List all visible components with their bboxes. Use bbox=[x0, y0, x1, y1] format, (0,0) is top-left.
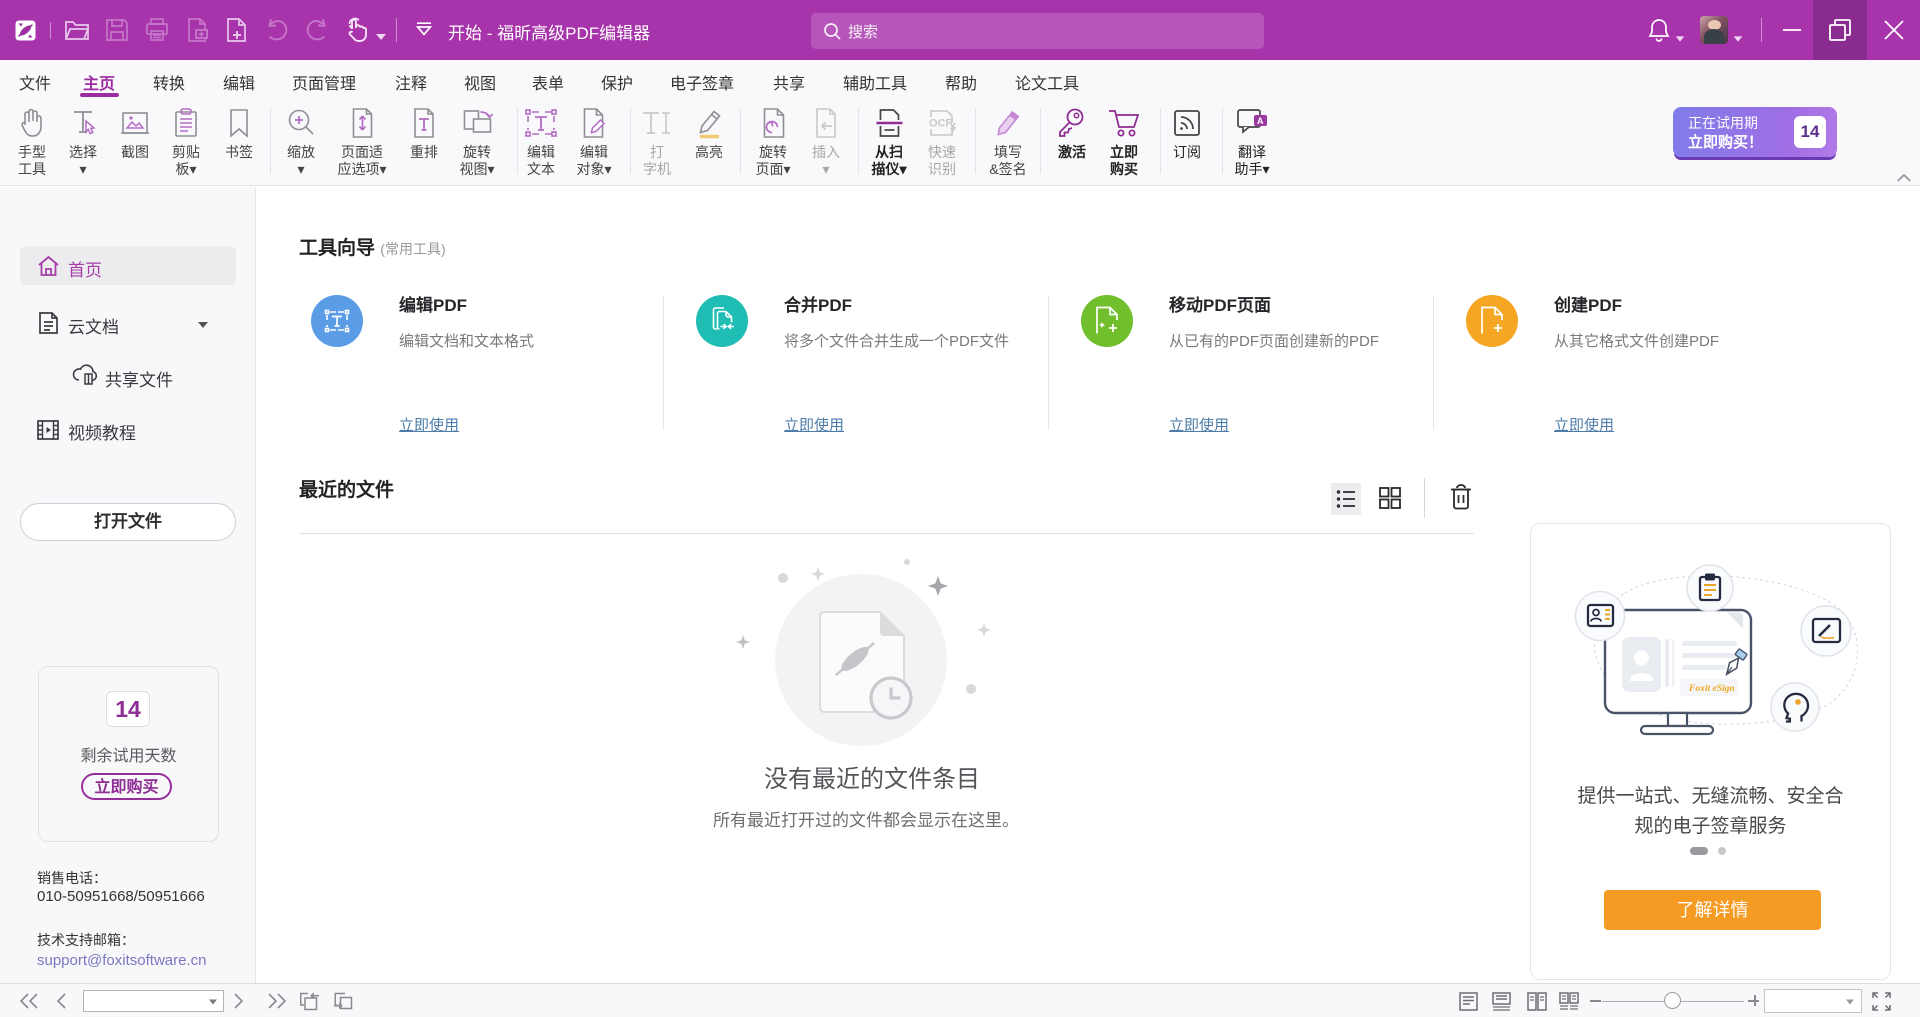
svg-text:A: A bbox=[1257, 116, 1264, 126]
svg-text:Foxit eSign: Foxit eSign bbox=[1688, 684, 1735, 694]
svg-text:OCR: OCR bbox=[929, 118, 954, 130]
